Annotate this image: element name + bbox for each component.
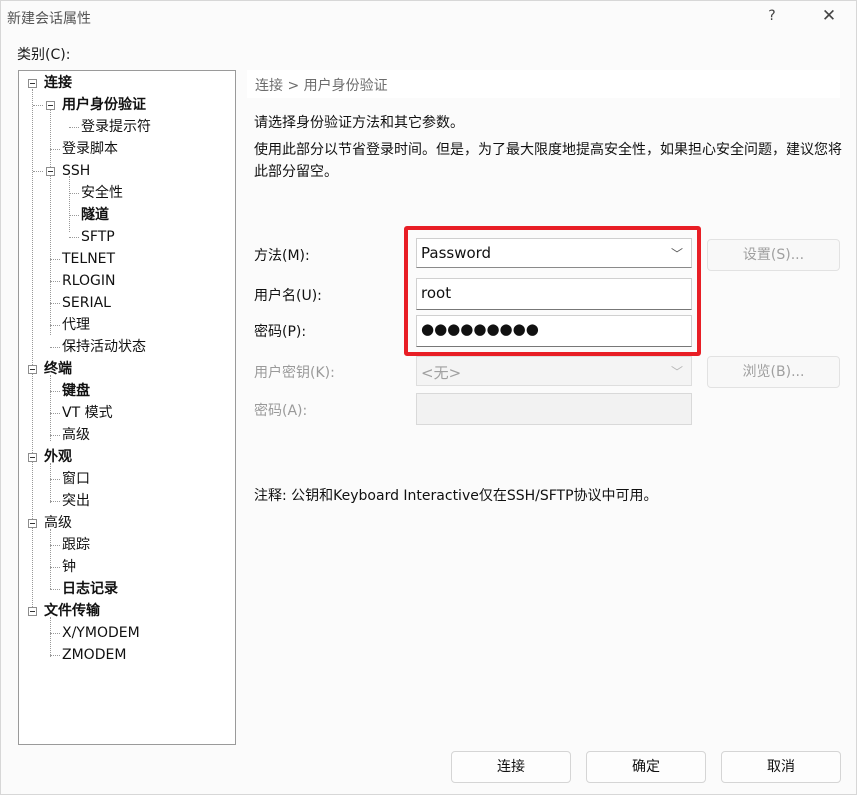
tree-line <box>50 529 51 589</box>
collapse-icon[interactable] <box>46 101 55 110</box>
tree-item[interactable]: RLOGIN <box>62 271 116 291</box>
tree-line <box>50 589 60 590</box>
tree-line <box>50 435 60 436</box>
tree-line <box>32 89 33 609</box>
tree-item[interactable]: 高级 <box>62 425 90 445</box>
passphrase-field[interactable] <box>416 393 692 425</box>
collapse-icon[interactable] <box>28 365 37 374</box>
tree-item[interactable]: 跟踪 <box>62 535 90 555</box>
tree-item[interactable]: 日志记录 <box>62 579 118 599</box>
tree-line <box>50 479 60 480</box>
tree-line <box>50 633 60 634</box>
tree-line <box>50 303 60 304</box>
tree-item[interactable]: 高级 <box>44 513 72 533</box>
tree-line <box>69 237 79 238</box>
userkey-value: <无> <box>421 364 462 382</box>
tree-item[interactable]: 外观 <box>44 447 72 467</box>
description-text: 使用此部分以节省登录时间。但是，为了最大限度地提高安全性，如果担心安全问题，建议… <box>254 142 842 180</box>
tree-item[interactable]: 连接 <box>44 73 72 93</box>
highlight-box <box>404 226 701 356</box>
tree-line <box>69 127 79 128</box>
collapse-icon[interactable] <box>46 167 55 176</box>
tree-item[interactable]: SSH <box>62 161 90 181</box>
tree-item[interactable]: VT 模式 <box>62 403 113 423</box>
tree-item[interactable]: 隧道 <box>81 205 109 225</box>
settings-button[interactable]: 设置(S)... <box>707 239 840 271</box>
tree-item[interactable]: SFTP <box>81 227 115 247</box>
tree-line <box>50 391 60 392</box>
username-label: 用户名(U): <box>254 288 322 304</box>
help-button[interactable]: ? <box>764 5 780 27</box>
collapse-icon[interactable] <box>28 607 37 616</box>
breadcrumb: 连接 > 用户身份验证 <box>247 70 840 98</box>
intro-text: 请选择身份验证方法和其它参数。 <box>254 115 464 131</box>
tree-line <box>50 281 60 282</box>
tree-item[interactable]: X/YMODEM <box>62 623 140 643</box>
method-label: 方法(M): <box>254 248 310 264</box>
tree-line <box>50 347 60 348</box>
tree-item[interactable]: 安全性 <box>81 183 123 203</box>
tree-item[interactable]: 突出 <box>62 491 90 511</box>
tree-item[interactable]: 保持活动状态 <box>62 337 146 357</box>
connect-button[interactable]: 连接 <box>451 751 571 783</box>
tree-line <box>50 545 60 546</box>
tree-item[interactable]: 用户身份验证 <box>62 95 146 115</box>
browse-button[interactable]: 浏览(B)... <box>707 356 840 388</box>
breadcrumb-text: 连接 > 用户身份验证 <box>255 78 388 94</box>
ok-button[interactable]: 确定 <box>586 751 706 783</box>
tree-line <box>50 413 60 414</box>
tree-line <box>33 171 43 172</box>
tree-line <box>50 325 60 326</box>
tree-item[interactable]: ZMODEM <box>62 645 126 665</box>
tree-line <box>69 193 79 194</box>
tree-item[interactable]: 登录脚本 <box>62 139 118 159</box>
collapse-icon[interactable] <box>28 453 37 462</box>
tree-item[interactable]: SERIAL <box>62 293 111 313</box>
note-text: 注释: 公钥和Keyboard Interactive仅在SSH/SFTP协议中… <box>254 488 658 504</box>
tree-line <box>50 375 51 441</box>
tree-line <box>50 259 60 260</box>
chevron-down-icon: ﹀ <box>670 365 683 379</box>
tree-item[interactable]: 终端 <box>44 359 72 379</box>
tree-item[interactable]: TELNET <box>62 249 115 269</box>
tree-line <box>50 463 51 503</box>
tree-item[interactable]: 文件传输 <box>44 601 100 621</box>
password-label: 密码(P): <box>254 324 307 340</box>
passphrase-label: 密码(A): <box>254 403 308 419</box>
tree-line <box>33 105 43 106</box>
tree-item[interactable]: 窗口 <box>62 469 90 489</box>
tree-item[interactable]: 代理 <box>62 315 90 335</box>
tree-line <box>69 176 70 232</box>
collapse-icon[interactable] <box>28 519 37 528</box>
tree-item[interactable]: 登录提示符 <box>81 117 151 137</box>
category-label: 类别(C): <box>17 47 71 63</box>
tree-line <box>50 149 60 150</box>
close-button[interactable]: ✕ <box>815 5 843 29</box>
tree-line <box>50 655 60 656</box>
title-bar: 新建会话属性 ? ✕ <box>1 1 856 33</box>
tree-item[interactable]: 键盘 <box>62 381 90 401</box>
tree-line <box>50 109 51 335</box>
tree-item[interactable]: 钟 <box>62 557 76 577</box>
tree-line <box>69 215 79 216</box>
dialog-window: 新建会话属性 ? ✕ 类别(C): 连接 用户身份验证 登录提示符 登录脚本 SSH 安全… <box>0 0 857 795</box>
category-tree[interactable]: 连接 用户身份验证 登录提示符 登录脚本 SSH 安全性 隧道 SFTP TELNET RLOGI… <box>18 70 236 745</box>
cancel-button[interactable]: 取消 <box>721 751 841 783</box>
userkey-select[interactable]: <无> ﹀ <box>416 356 692 386</box>
collapse-icon[interactable] <box>28 79 37 88</box>
tree-line <box>50 501 60 502</box>
tree-line <box>50 617 51 657</box>
window-title: 新建会话属性 <box>7 11 91 27</box>
userkey-label: 用户密钥(K): <box>254 365 335 381</box>
tree-line <box>50 567 60 568</box>
